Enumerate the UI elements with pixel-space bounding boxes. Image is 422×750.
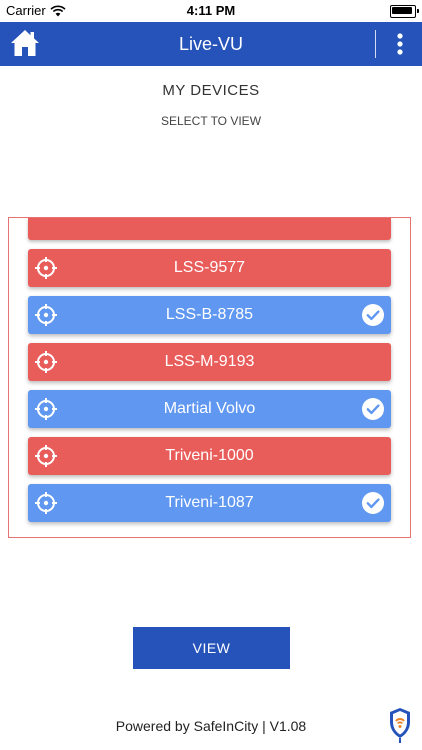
nav-title: Live-VU [178,34,244,54]
device-name: LSS-B-8785 [165,306,254,323]
device-name: LSS-9577 [173,259,246,276]
device-row[interactable]: Triveni-1000 [28,437,391,475]
nav-bar: Live-VU [0,22,422,66]
vertical-dots-menu-icon[interactable] [390,32,410,56]
safeincity-logo-icon [390,708,410,743]
device-row[interactable]: LSS-M-9193 [28,343,391,381]
status-time: 4:11 PM [186,3,236,18]
status-bar: Carrier 4:11 PM [0,0,422,22]
device-name: Martial Volvo [163,400,256,417]
device-name: Triveni-1000 [165,447,254,464]
checkmark-circle-icon[interactable] [362,398,384,420]
view-button-label: VIEW [192,640,231,656]
device-row[interactable]: LSS-B-8785 [28,296,391,334]
page-title: MY DEVICES [162,82,260,99]
device-row[interactable]: LSS-9577 [28,249,391,287]
nav-divider [375,30,376,58]
view-button[interactable]: VIEW [133,627,290,669]
page-subtitle: SELECT TO VIEW [160,114,262,128]
device-name: LSS-M-9193 [164,353,255,370]
device-row[interactable]: Martial Volvo [28,390,391,428]
device-name: Triveni-1087 [165,494,254,511]
battery-icon [390,5,419,18]
app-screen: Carrier 4:11 PM Live-VU MY DEVICES SELEC… [0,0,422,750]
checkmark-circle-icon[interactable] [362,492,384,514]
device-list-frame: LSS-9577 LSS-B-8785 LSS-M-9193 Martial Volv… [8,217,411,538]
device-list: LSS-9577 LSS-B-8785 LSS-M-9193 Martial Volv… [28,232,391,522]
device-row[interactable]: Triveni-1087 [28,484,391,522]
checkmark-circle-icon[interactable] [362,304,384,326]
powered-by-text: Powered by SafeInCity | V1.08 [115,718,307,734]
